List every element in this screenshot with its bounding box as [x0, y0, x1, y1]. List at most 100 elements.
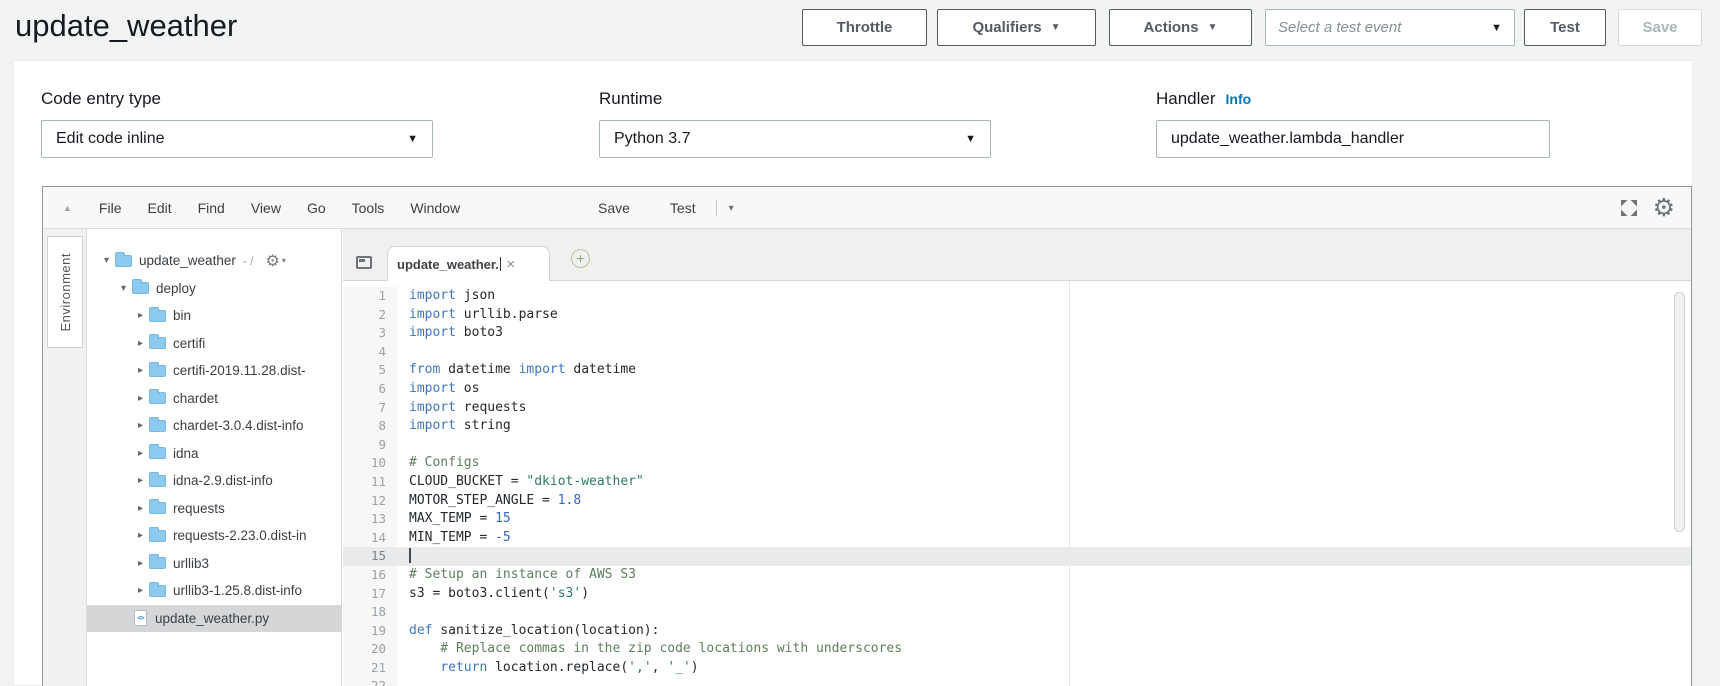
- tab-list-icon[interactable]: [356, 256, 372, 269]
- handler-input[interactable]: update_weather.lambda_handler: [1156, 120, 1550, 158]
- code-line-text: [397, 547, 411, 566]
- tree-item-label: certifi: [173, 336, 205, 351]
- chevron-right-icon[interactable]: ▸: [133, 338, 148, 349]
- tab-update-weather-py[interactable]: update_weather. ×: [387, 246, 550, 281]
- code-line-4: 4: [343, 343, 1691, 362]
- caret-down-icon: ▼: [1051, 22, 1061, 33]
- collapse-editor-icon[interactable]: ▲: [63, 203, 72, 213]
- chevron-right-icon[interactable]: ▸: [133, 393, 148, 404]
- menu-edit[interactable]: Edit: [134, 200, 184, 216]
- test-label: Test: [1550, 19, 1580, 36]
- menubar-separator: [716, 200, 717, 216]
- editor-save-button[interactable]: Save: [588, 200, 640, 216]
- actions-button[interactable]: Actions ▼: [1109, 9, 1252, 46]
- runtime-value: Python 3.7: [614, 130, 691, 148]
- tree-item-requests-2-23-0-dist-in[interactable]: ▸requests-2.23.0.dist-in: [87, 522, 341, 550]
- tree-item-label: idna: [173, 446, 199, 461]
- tree-item-urllib3-1-25-8-dist-info[interactable]: ▸urllib3-1.25.8.dist-info: [87, 577, 341, 605]
- tree-root-path-suffix: - /: [243, 254, 254, 268]
- tab-close-icon[interactable]: ×: [506, 256, 515, 273]
- code-line-text: # Replace commas in the zip code locatio…: [397, 640, 902, 659]
- test-event-select[interactable]: Select a test event ▼: [1265, 9, 1515, 46]
- chevron-down-icon[interactable]: ▾: [99, 255, 114, 266]
- tree-item-idna-2-9-dist-info[interactable]: ▸ idna-2.9.dist-info: [87, 467, 341, 495]
- tree-item-chardet-3-0-4-dist-info[interactable]: ▸chardet-3.0.4.dist-info: [87, 412, 341, 440]
- menu-tools[interactable]: Tools: [339, 200, 398, 216]
- tree-item-update-weather-py[interactable]: update_weather.py: [87, 605, 341, 633]
- code-pane[interactable]: update_weather. × + 1import json2import …: [343, 229, 1691, 686]
- line-number: 9: [343, 436, 397, 455]
- editor-test-button[interactable]: Test: [658, 200, 708, 216]
- settings-gear-icon[interactable]: ⚙: [1653, 198, 1675, 218]
- tree-settings-caret-icon[interactable]: ▾: [282, 256, 286, 265]
- save-button[interactable]: Save: [1618, 9, 1702, 46]
- code-line-text: def sanitize_location(location):: [397, 622, 659, 641]
- tree-item-certifi[interactable]: ▸ certifi: [87, 330, 341, 358]
- code-line-21: 21 return location.replace(',', '_'): [343, 659, 1691, 678]
- tree-item-label: idna-2.9.dist-info: [173, 473, 273, 488]
- line-number: 19: [343, 622, 397, 641]
- chevron-right-icon[interactable]: ▸: [133, 503, 148, 514]
- chevron-right-icon[interactable]: ▸: [133, 365, 148, 376]
- folder-icon: [149, 310, 166, 322]
- tree-item-deploy[interactable]: ▾deploy: [87, 275, 341, 303]
- code-line-text: CLOUD_BUCKET = "dkiot-weather": [397, 473, 644, 492]
- text-cursor: [409, 548, 411, 563]
- qualifiers-button[interactable]: Qualifiers ▼: [937, 9, 1096, 46]
- code-line-7: 7import requests: [343, 399, 1691, 418]
- chevron-right-icon[interactable]: ▸: [133, 530, 148, 541]
- tree-item-label: requests: [173, 501, 225, 516]
- folder-icon: [115, 255, 132, 267]
- folder-icon: [149, 585, 166, 597]
- menu-window[interactable]: Window: [397, 200, 473, 216]
- code-line-text: MAX_TEMP = 15: [397, 510, 511, 529]
- chevron-down-icon[interactable]: ▾: [116, 283, 131, 294]
- chevron-right-icon[interactable]: ▸: [133, 475, 148, 486]
- editor-vertical-scrollbar[interactable]: [1674, 292, 1685, 532]
- test-options-caret-icon[interactable]: ▾: [721, 203, 742, 214]
- environment-tab[interactable]: Environment: [47, 236, 83, 348]
- tree-item-update-weather[interactable]: ▾update_weather- /⚙▾: [87, 247, 341, 275]
- tree-item-requests[interactable]: ▸ requests: [87, 495, 341, 523]
- code-line-14: 14MIN_TEMP = -5: [343, 529, 1691, 548]
- chevron-right-icon[interactable]: ▸: [133, 558, 148, 569]
- chevron-right-icon[interactable]: ▸: [133, 585, 148, 596]
- tree-settings-gear-icon[interactable]: ⚙: [266, 253, 280, 269]
- line-number: 8: [343, 417, 397, 436]
- line-number: 3: [343, 324, 397, 343]
- line-number: 13: [343, 510, 397, 529]
- line-number: 22: [343, 677, 397, 686]
- editor-menubar-right: ⚙: [1619, 198, 1691, 218]
- tree-item-urllib3[interactable]: ▸urllib3: [87, 550, 341, 578]
- code-line-5: 5from datetime import datetime: [343, 361, 1691, 380]
- line-number: 21: [343, 659, 397, 678]
- fullscreen-icon[interactable]: [1619, 198, 1639, 218]
- code-entry-type-select[interactable]: Edit code inline ▼: [41, 120, 433, 158]
- tree-item-certifi-2019-11-28-dist-[interactable]: ▸certifi-2019.11.28.dist-: [87, 357, 341, 385]
- handler-label: HandlerInfo: [1156, 89, 1251, 109]
- new-tab-plus-icon[interactable]: +: [571, 249, 590, 268]
- tree-item-bin[interactable]: ▸bin: [87, 302, 341, 330]
- tree-item-idna[interactable]: ▸ idna: [87, 440, 341, 468]
- throttle-button[interactable]: Throttle: [802, 9, 927, 46]
- runtime-select[interactable]: Python 3.7 ▼: [599, 120, 991, 158]
- tree-item-chardet[interactable]: ▸chardet: [87, 385, 341, 413]
- chevron-right-icon[interactable]: ▸: [133, 310, 148, 321]
- test-button[interactable]: Test: [1524, 9, 1606, 46]
- menu-find[interactable]: Find: [185, 200, 238, 216]
- code-line-9: 9: [343, 436, 1691, 455]
- code-content[interactable]: 1import json2import urllib.parse3import …: [343, 281, 1691, 686]
- chevron-right-icon[interactable]: ▸: [133, 420, 148, 431]
- runtime-label: Runtime: [599, 89, 662, 109]
- code-line-1: 1import json: [343, 287, 1691, 306]
- handler-info-link[interactable]: Info: [1226, 91, 1252, 107]
- environment-label: Environment: [58, 253, 73, 331]
- menu-view[interactable]: View: [238, 200, 294, 216]
- file-tree: ▾update_weather- /⚙▾▾deploy▸bin▸certifi▸…: [87, 229, 342, 686]
- chevron-right-icon[interactable]: ▸: [133, 448, 148, 459]
- handler-value: update_weather.lambda_handler: [1171, 130, 1404, 148]
- tab-text-cursor: [500, 257, 502, 271]
- menu-file[interactable]: File: [86, 200, 135, 216]
- code-line-text: import os: [397, 380, 479, 399]
- menu-go[interactable]: Go: [294, 200, 339, 216]
